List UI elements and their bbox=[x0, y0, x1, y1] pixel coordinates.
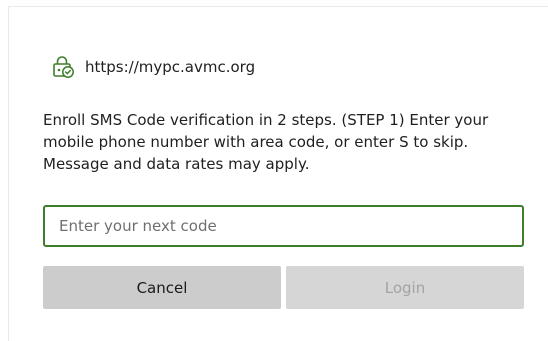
enrollment-message: Enroll SMS Code verification in 2 steps.… bbox=[43, 111, 489, 173]
dialog-border-left bbox=[8, 6, 9, 341]
site-url: https://mypc.avmc.org bbox=[85, 58, 256, 76]
site-info: https://mypc.avmc.org bbox=[51, 55, 255, 79]
auth-dialog: https://mypc.avmc.org Enroll SMS Code ve… bbox=[0, 0, 548, 341]
cancel-button[interactable]: Cancel bbox=[43, 266, 281, 309]
dialog-border-top bbox=[8, 6, 548, 7]
login-button[interactable]: Login bbox=[286, 266, 524, 309]
lock-check-icon bbox=[51, 55, 75, 79]
code-input[interactable] bbox=[43, 205, 524, 247]
